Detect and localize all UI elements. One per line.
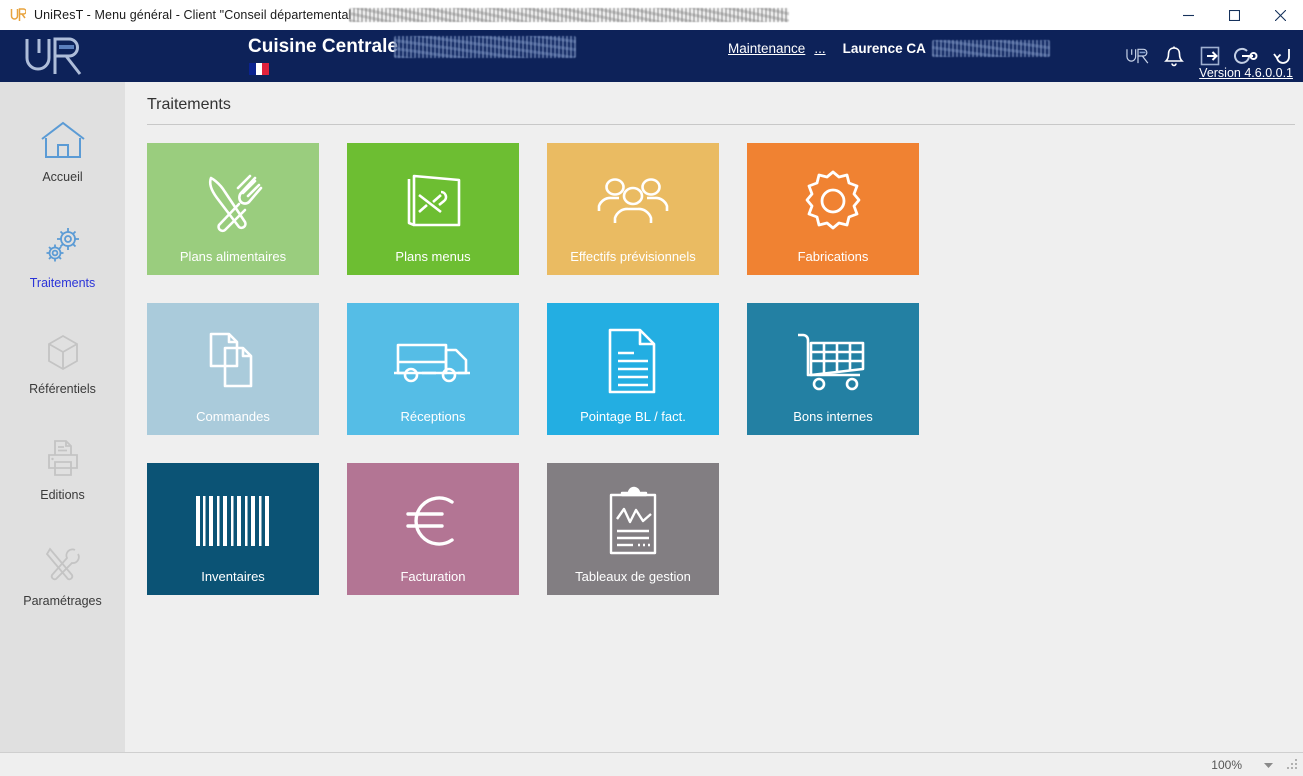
tile-inventaires[interactable]: Inventaires (147, 463, 319, 595)
more-link[interactable]: ... (814, 41, 825, 56)
resize-grip-icon[interactable] (1287, 756, 1299, 774)
page-title: Traitements (147, 96, 231, 113)
truck-icon (392, 303, 474, 409)
clipboard-chart-icon (602, 463, 664, 569)
tile-tableaux-de-gestion[interactable]: Tableaux de gestion (547, 463, 719, 595)
printer-icon (39, 432, 87, 484)
minimize-button[interactable] (1165, 0, 1211, 30)
sidebar-item-editions[interactable]: Editions (0, 414, 125, 520)
window-titlebar: UniResT - Menu général - Client "Conseil… (0, 0, 1303, 30)
sidebar-item-label: Traitements (29, 276, 96, 290)
euro-icon (400, 463, 466, 569)
app-logo-right (1125, 43, 1151, 69)
tile-label: Plans menus (395, 249, 471, 264)
sidebar: Accueil Traitements Référentiels Edition… (0, 82, 125, 752)
cart-icon (793, 303, 873, 409)
tile-label: Tableaux de gestion (575, 569, 691, 584)
bell-icon[interactable] (1161, 43, 1187, 69)
tile-grid: Plans alimentaires Plans menus Effectifs… (147, 143, 975, 595)
tile-plans-alimentaires[interactable]: Plans alimentaires (147, 143, 319, 275)
barcode-icon (193, 463, 273, 569)
tile-commandes[interactable]: Commandes (147, 303, 319, 435)
maintenance-link[interactable]: Maintenance (728, 41, 805, 56)
tile-label: Facturation (400, 569, 466, 584)
french-flag-icon (248, 62, 270, 76)
status-bar: 100% (0, 752, 1303, 776)
site-title-block: Cuisine Centrale (248, 34, 576, 76)
gears-icon (39, 220, 87, 272)
people-icon (594, 143, 672, 249)
window-title: UniResT - Menu général - Client "Conseil… (34, 8, 352, 22)
tile-bons-internes[interactable]: Bons internes (747, 303, 919, 435)
site-title: Cuisine Centrale (248, 36, 398, 57)
tile-fabrications[interactable]: Fabrications (747, 143, 919, 275)
documents-icon (198, 303, 268, 409)
tile-receptions[interactable]: Réceptions (347, 303, 519, 435)
sidebar-item-label: Paramétrages (23, 594, 102, 608)
tile-label: Fabrications (797, 249, 869, 264)
chevron-down-icon[interactable] (1264, 756, 1273, 774)
app-logo (0, 30, 110, 82)
menu-book-icon (397, 143, 469, 249)
tile-label: Plans alimentaires (179, 249, 287, 264)
gear-icon (797, 143, 869, 249)
main-content: Traitements Plans alimentaires Plans men… (125, 82, 1303, 752)
ur-logo-icon (10, 7, 26, 23)
sidebar-item-accueil[interactable]: Accueil (0, 96, 125, 202)
title-divider (147, 124, 1295, 125)
tile-label: Commandes (196, 409, 270, 424)
cutlery-icon (197, 143, 269, 249)
sidebar-item-parametrages[interactable]: Paramétrages (0, 520, 125, 626)
tile-plans-menus[interactable]: Plans menus (347, 143, 519, 275)
sidebar-item-label: Accueil (42, 170, 83, 184)
tile-label: Pointage BL / fact. (580, 409, 686, 424)
sidebar-item-traitements[interactable]: Traitements (0, 202, 125, 308)
window-title-redaction (349, 8, 790, 22)
app-header: Cuisine Centrale Maintenance ... Laurenc… (0, 30, 1303, 82)
home-icon (39, 114, 87, 166)
sidebar-item-referentiels[interactable]: Référentiels (0, 308, 125, 414)
version-link[interactable]: Version 4.6.0.0.1 (1199, 66, 1293, 80)
sidebar-item-label: Référentiels (29, 382, 96, 396)
maximize-button[interactable] (1211, 0, 1257, 30)
user-name: Laurence CA (842, 41, 926, 56)
cube-icon (39, 326, 87, 378)
document-icon (600, 303, 666, 409)
user-name-redaction (931, 40, 1050, 57)
close-button[interactable] (1257, 0, 1303, 30)
site-title-redaction (393, 36, 576, 58)
tile-label: Bons internes (793, 409, 873, 424)
header-links: Maintenance ... Laurence CA (728, 40, 1050, 57)
tile-label: Inventaires (201, 569, 265, 584)
sidebar-item-label: Editions (40, 488, 85, 502)
tools-icon (39, 538, 87, 590)
tile-facturation[interactable]: Facturation (347, 463, 519, 595)
app-body: Accueil Traitements Référentiels Edition… (0, 82, 1303, 752)
tile-pointage-bl-fact[interactable]: Pointage BL / fact. (547, 303, 719, 435)
tile-label: Réceptions (400, 409, 466, 424)
zoom-level: 100% (1211, 757, 1242, 772)
tile-label: Effectifs prévisionnels (570, 249, 696, 264)
tile-effectifs-previsionnels[interactable]: Effectifs prévisionnels (547, 143, 719, 275)
window-controls (1165, 0, 1303, 30)
